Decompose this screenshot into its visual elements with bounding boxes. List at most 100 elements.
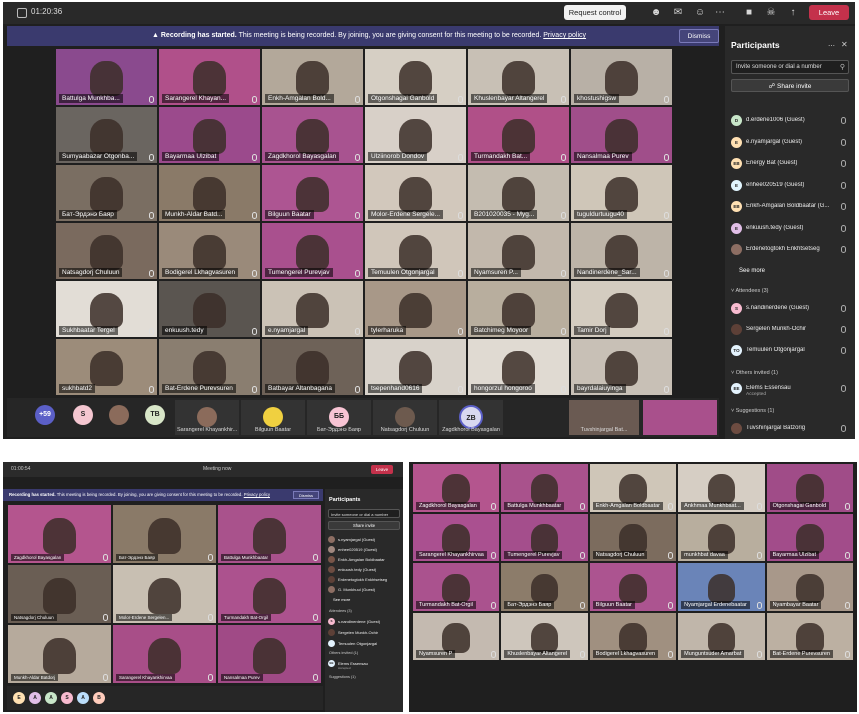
avatar[interactable]: E — [13, 692, 25, 704]
video-tile[interactable]: Khuslenbayar Altangerel — [467, 48, 570, 106]
video-tile[interactable]: Tumengerel Purevjav — [500, 512, 589, 563]
participant-list-item[interactable]: Dd.erdene1006 (Guest) — [731, 114, 849, 128]
video-tile[interactable]: Battulga Munkhbaatar — [500, 463, 589, 513]
video-tile[interactable]: Khuslenbayar Altangerel — [500, 611, 589, 662]
video-tile[interactable]: Batbayar Altanbagana — [261, 338, 364, 396]
others-invited-header[interactable]: ˅ Others invited (1) — [731, 370, 778, 376]
share-tray-icon[interactable]: ↑ — [785, 5, 801, 20]
share-invite-button[interactable]: Share invite — [328, 521, 400, 530]
others-invited-header[interactable]: Others invited (1) — [329, 651, 358, 655]
participant-list-item[interactable]: Ss.nandinerdene (Guest) — [731, 302, 849, 316]
video-tile[interactable]: Бат-Эрдэнэ Баяр — [55, 164, 158, 222]
participant-list-item[interactable]: Temuulen Otgonjargal — [328, 639, 402, 649]
video-tile[interactable]: hongorzul hongoroo — [467, 338, 570, 396]
dismiss-button[interactable]: Dismiss — [679, 29, 719, 43]
close-icon[interactable]: ✕ — [841, 40, 848, 49]
video-tile[interactable]: Otgonshagai Ganbold — [364, 48, 467, 106]
video-tile[interactable]: Sumyaabazar Otgonba... — [55, 106, 158, 164]
avatar[interactable]: TB — [145, 405, 165, 425]
participant-list-item[interactable]: Sergelen Munkh-Ochir — [328, 628, 402, 638]
video-tile[interactable]: Nyambayar Baatar — [765, 562, 854, 612]
participant-list-item[interactable]: enkuush.tedy (Guest) — [328, 565, 402, 575]
participant-list-item[interactable]: Erdenetogtokh Enkhtsetseg — [731, 243, 849, 257]
video-tile[interactable]: Nyamsuren P... — [467, 222, 570, 280]
attendees-section-header[interactable]: Attendees (3) — [329, 609, 352, 613]
mic-muted-icon[interactable]: ☠ — [763, 5, 779, 20]
participant-list-item[interactable]: EE Elems Essensau Accepted — [328, 659, 402, 670]
participant-list-item[interactable]: Ee.nyamjargal (Guest) — [731, 136, 849, 150]
video-tile[interactable]: sukhbatd2 — [55, 338, 158, 396]
avatar[interactable]: A — [45, 692, 57, 704]
video-tile[interactable]: Bodigerel Lkhagvasuren — [588, 611, 678, 662]
video-tile[interactable]: Batchimeg Moyoor — [467, 280, 570, 338]
gallery-tile[interactable]: ББ Бат-Эрдэнэ Баяр — [307, 400, 371, 435]
gallery-tile[interactable]: Natsagdorj Chuluun — [373, 400, 437, 435]
leave-button[interactable]: Leave — [809, 5, 849, 20]
video-tile[interactable]: Bodigerel Lkhagvasuren — [158, 222, 261, 280]
invite-search-input[interactable]: Invite someone or dial a number — [328, 509, 400, 518]
video-tile[interactable]: Natsagdorj Chuluun — [588, 512, 678, 563]
overflow-count-avatar[interactable]: +59 — [35, 405, 55, 425]
video-tile[interactable]: Turmandakh Bat-Orgil — [412, 562, 501, 612]
video-tile[interactable]: Zagdkhorol Bayasgalan — [412, 463, 501, 513]
video-tile[interactable]: Nandinerdene_Sar... — [570, 222, 673, 280]
video-tile[interactable]: Zagdkhorol Bayasgalan — [261, 106, 364, 164]
video-tile[interactable]: Munkh-Aldar Batd... — [158, 164, 261, 222]
video-tile[interactable]: Ulziinorob Dondov — [364, 106, 467, 164]
gallery-tile[interactable]: Sarangerel Khayankhir... — [175, 400, 239, 435]
video-tile[interactable]: Battulga Munkhbaatar — [217, 504, 322, 564]
video-tile[interactable]: Bayarmaa Ulzibat — [158, 106, 261, 164]
participant-list-item[interactable]: Tuvshinjargal Batzorig — [731, 422, 849, 436]
privacy-policy-link[interactable]: Privacy policy — [244, 492, 270, 497]
avatar[interactable]: A — [77, 692, 89, 704]
privacy-policy-link[interactable]: Privacy policy — [543, 32, 586, 39]
video-tile[interactable]: Battulga Munkhba... — [55, 48, 158, 106]
participant-list-item[interactable]: Ss.nandinerdene (Guest) — [328, 617, 402, 627]
video-tile[interactable]: Temuulen Otgonjargal — [364, 222, 467, 280]
participant-list-item[interactable]: Enkh-Amgalan Boldbaatar — [328, 555, 402, 565]
suggestions-header[interactable]: ˅ Suggestions (1) — [731, 408, 774, 414]
video-tile[interactable]: B201020035 - Myg... — [467, 164, 570, 222]
screen-share-tile[interactable]: Tuvshinjargal Bat... — [569, 400, 639, 435]
more-icon[interactable]: ⋯ — [712, 5, 728, 20]
video-tile[interactable]: Sarangerel Khayan... — [158, 48, 261, 106]
video-tile[interactable]: Bilguun Baatar — [261, 164, 364, 222]
video-tile[interactable]: Бат-Эрдэнэ Баяр — [112, 504, 217, 564]
video-tile[interactable]: bayrdalaiuyinga — [570, 338, 673, 396]
video-tile[interactable]: Molor-Erdene Sergelen... — [112, 564, 217, 624]
video-tile[interactable]: Bat-Erdene Purevsuren — [765, 611, 854, 662]
more-options-icon[interactable]: ⋯ — [828, 42, 835, 50]
camera-icon[interactable]: ■ — [741, 5, 757, 20]
video-tile[interactable]: Nyamsuren P — [412, 611, 501, 662]
video-tile[interactable]: Tamir Dorj — [570, 280, 673, 338]
video-tile[interactable]: Enkh-Amgalan Bold... — [261, 48, 364, 106]
avatar[interactable]: S — [73, 405, 93, 425]
video-tile[interactable]: Bat-Erdene Purevsuren — [158, 338, 261, 396]
video-tile[interactable]: Bayarmaa Ulzibat — [765, 512, 854, 563]
video-tile[interactable]: munkhbat davaa — [677, 512, 766, 563]
video-tile[interactable]: Munguntsuder Amarbat — [677, 611, 766, 662]
video-tile[interactable]: Ankhmaa Munkhbaat... — [677, 463, 766, 513]
participant-list-item[interactable]: s.nyamjargal (Guest) — [328, 535, 402, 545]
video-tile[interactable]: e.nyamjargal — [261, 280, 364, 338]
video-tile[interactable]: Nyamjargal Erdenebaatar — [677, 562, 766, 612]
suggestions-header[interactable]: Suggestions (1) — [329, 675, 356, 679]
video-tile[interactable]: Turmandakh Bat... — [467, 106, 570, 164]
video-tile[interactable]: Enkh-Amgalan Boldbaatar — [588, 463, 678, 513]
gallery-tile[interactable] — [643, 400, 717, 435]
see-more-link[interactable]: See more — [739, 268, 765, 274]
video-tile[interactable]: Sarangerel Khayankhirvaa — [112, 624, 217, 684]
video-tile[interactable]: enkuush.tedy — [158, 280, 261, 338]
leave-button[interactable]: Leave — [371, 465, 393, 474]
video-tile[interactable]: Бат-Эрдэнэ Баяр — [500, 562, 589, 612]
video-tile[interactable]: Tumengerel Purevjav — [261, 222, 364, 280]
participant-list-item[interactable]: enhee020519 (Guest) — [328, 545, 402, 555]
video-tile[interactable]: Sarangerel Khayankhirvaa — [412, 512, 501, 563]
video-tile[interactable]: Sukhbaatar Tergel — [55, 280, 158, 338]
video-tile[interactable]: Natsagdorj Chuluun — [7, 564, 112, 624]
react-icon[interactable]: ☺ — [692, 5, 708, 20]
attendees-section-header[interactable]: ˅ Attendees (3) — [731, 288, 768, 294]
video-tile[interactable]: Natsagdorj Chuluun — [55, 222, 158, 280]
participant-list-item[interactable]: EB Enkh-Amgalan Boldbaatar (G... — [731, 200, 849, 214]
people-icon[interactable]: ☻ — [648, 5, 664, 20]
